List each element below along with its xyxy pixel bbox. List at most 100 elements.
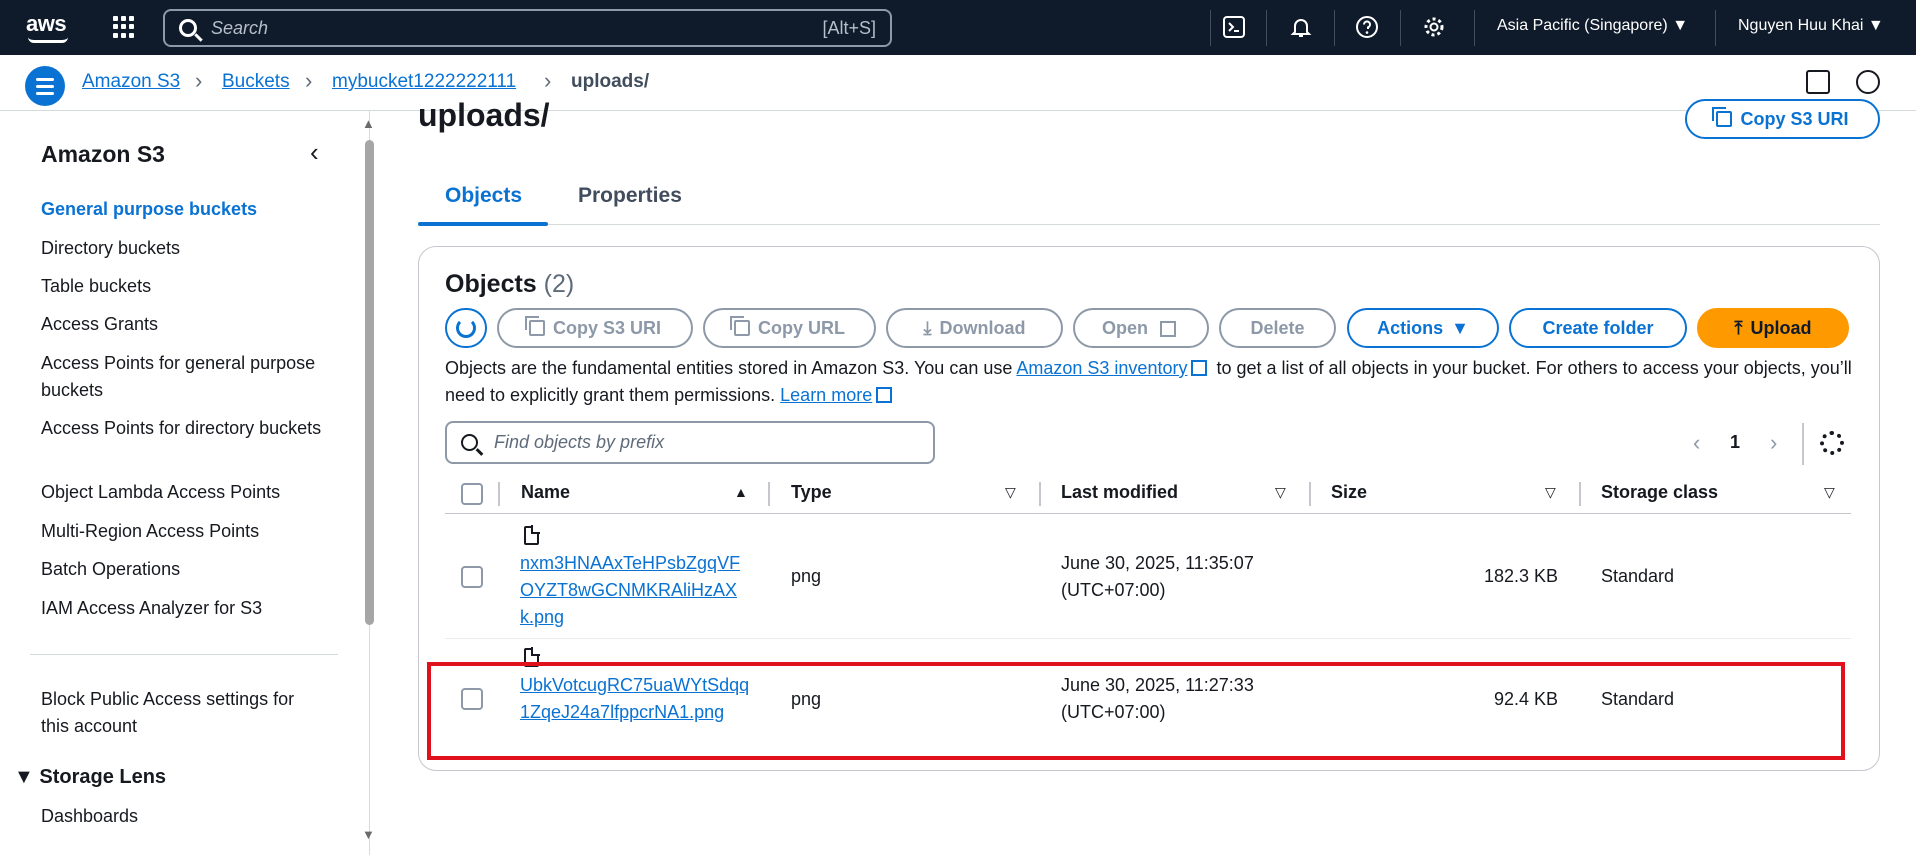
table-preferences-icon[interactable] bbox=[1820, 431, 1844, 455]
copy-s3-uri-button[interactable]: Copy S3 URI bbox=[497, 308, 693, 348]
copy-icon bbox=[524, 316, 545, 336]
sidebar-item-access-points-directory[interactable]: Access Points for directory buckets bbox=[41, 415, 326, 442]
region-selector[interactable]: Asia Pacific (Singapore) ▼ bbox=[1497, 17, 1688, 35]
tab-objects[interactable]: Objects bbox=[445, 184, 522, 208]
button-label: Copy S3 URI bbox=[1740, 108, 1849, 129]
copy-icon bbox=[730, 316, 750, 336]
delete-button[interactable]: Delete bbox=[1219, 308, 1336, 348]
objects-panel-title: Objects (2) bbox=[445, 270, 574, 299]
sidebar-item-batch-operations[interactable]: Batch Operations bbox=[41, 556, 326, 583]
column-divider bbox=[1309, 482, 1311, 506]
copy-url-button[interactable]: Copy URL bbox=[703, 308, 876, 348]
objects-count: (2) bbox=[543, 270, 575, 298]
sidebar-scrollbar-thumb[interactable] bbox=[365, 140, 374, 625]
object-prefix-filter-input[interactable]: Find objects by prefix bbox=[445, 421, 935, 464]
sidebar-item-block-public-access[interactable]: Block Public Access settings for this ac… bbox=[41, 686, 326, 740]
object-name-link[interactable]: nxm3HNAAxTeHPsbZgqVFOYZT8wGCNMKRAliHzAXk… bbox=[520, 550, 750, 631]
breadcrumb-bucket[interactable]: mybucket1222222111 bbox=[332, 71, 516, 93]
sidebar-title: Amazon S3 bbox=[41, 141, 165, 167]
sidebar-section-storage-lens[interactable]: ▼ Storage Lens bbox=[14, 766, 166, 789]
scroll-down-arrow[interactable]: ▼ bbox=[362, 827, 375, 842]
row-divider bbox=[445, 638, 1851, 639]
services-grid-icon[interactable] bbox=[113, 16, 135, 38]
chevron-right-icon: › bbox=[305, 68, 313, 93]
object-last-modified: June 30, 2025, 11:35:07 (UTC+07:00) bbox=[1061, 553, 1254, 600]
download-icon: ⤓ bbox=[923, 317, 932, 338]
sort-icon[interactable]: ▽ bbox=[1545, 484, 1556, 501]
nav-divider bbox=[1715, 10, 1716, 46]
sidebar-item-multi-region[interactable]: Multi-Region Access Points bbox=[41, 518, 326, 545]
scroll-up-arrow[interactable]: ▲ bbox=[362, 116, 375, 131]
row-checkbox[interactable] bbox=[461, 566, 483, 588]
breadcrumb-amazon-s3[interactable]: Amazon S3 bbox=[82, 71, 180, 93]
sidebar-item-access-grants[interactable]: Access Grants bbox=[41, 311, 326, 338]
next-page-icon[interactable]: › bbox=[1770, 430, 1777, 456]
nav-divider bbox=[1266, 10, 1267, 46]
filter-placeholder: Find objects by prefix bbox=[494, 432, 665, 452]
column-header-storage-class[interactable]: Storage class bbox=[1601, 482, 1718, 503]
button-label: Create folder bbox=[1542, 317, 1654, 338]
breadcrumb-current: uploads/ bbox=[571, 71, 650, 92]
external-link-icon bbox=[1160, 321, 1176, 337]
object-size: 182.3 KB bbox=[1483, 566, 1558, 586]
button-label: Open bbox=[1101, 317, 1148, 338]
tab-bar: Objects Properties bbox=[418, 170, 1880, 226]
nav-divider bbox=[1400, 10, 1401, 46]
side-nav-toggle-button[interactable] bbox=[25, 66, 65, 106]
gear-icon[interactable] bbox=[1421, 14, 1447, 40]
side-navigation: Amazon S3 ‹ General purpose buckets Dire… bbox=[0, 111, 370, 855]
search-icon bbox=[179, 19, 197, 37]
caret-down-icon: ▼ bbox=[1451, 317, 1469, 338]
sort-icon[interactable]: ▽ bbox=[1005, 484, 1016, 501]
bell-icon[interactable] bbox=[1288, 14, 1314, 40]
download-button[interactable]: ⤓ Download bbox=[886, 308, 1063, 348]
learn-more-link[interactable]: Learn more bbox=[780, 385, 872, 405]
sidebar-item-access-points-general[interactable]: Access Points for general purpose bucket… bbox=[41, 350, 326, 404]
upload-icon: ⤒ bbox=[1734, 317, 1743, 338]
column-header-name[interactable]: Name bbox=[521, 482, 570, 503]
column-header-type[interactable]: Type bbox=[791, 482, 832, 503]
previous-page-icon[interactable]: ‹ bbox=[1693, 430, 1700, 456]
feedback-icon[interactable] bbox=[1856, 70, 1880, 94]
sidebar-item-object-lambda[interactable]: Object Lambda Access Points bbox=[41, 479, 326, 506]
aws-logo[interactable]: aws bbox=[26, 11, 68, 43]
chevron-left-icon[interactable]: ‹ bbox=[310, 137, 319, 168]
sidebar-item-dashboards[interactable]: Dashboards bbox=[41, 803, 326, 830]
refresh-icon bbox=[456, 318, 476, 338]
nav-divider bbox=[1210, 10, 1211, 46]
sort-ascending-icon[interactable]: ▲ bbox=[734, 484, 748, 500]
objects-description: Objects are the fundamental entities sto… bbox=[445, 355, 1865, 409]
copy-s3-uri-top-button[interactable]: Copy S3 URI bbox=[1685, 99, 1880, 139]
cloudshell-icon[interactable] bbox=[1221, 14, 1247, 40]
sidebar-item-general-purpose-buckets[interactable]: General purpose buckets bbox=[41, 196, 326, 223]
sort-icon[interactable]: ▽ bbox=[1275, 484, 1286, 501]
upload-button[interactable]: ⤒ Upload bbox=[1697, 308, 1849, 348]
open-button[interactable]: Open bbox=[1073, 308, 1209, 348]
page-number[interactable]: 1 bbox=[1730, 432, 1740, 453]
column-header-size[interactable]: Size bbox=[1331, 482, 1367, 503]
sort-icon[interactable]: ▽ bbox=[1824, 484, 1835, 501]
panel-title-text: Objects bbox=[445, 270, 537, 298]
global-search-input[interactable]: Search [Alt+S] bbox=[163, 9, 892, 47]
create-folder-button[interactable]: Create folder bbox=[1509, 308, 1687, 348]
breadcrumb-buckets[interactable]: Buckets bbox=[222, 71, 290, 93]
s3-inventory-link[interactable]: Amazon S3 inventory bbox=[1016, 358, 1187, 378]
actions-dropdown[interactable]: Actions ▼ bbox=[1347, 308, 1499, 348]
page-title: uploads/ bbox=[418, 100, 550, 133]
sidebar-item-directory-buckets[interactable]: Directory buckets bbox=[41, 235, 326, 262]
help-icon[interactable] bbox=[1354, 14, 1380, 40]
column-header-last-modified[interactable]: Last modified bbox=[1061, 482, 1178, 503]
user-menu[interactable]: Nguyen Huu Khai ▼ bbox=[1738, 17, 1884, 35]
nav-divider bbox=[1334, 10, 1335, 46]
button-label: Download bbox=[939, 317, 1026, 338]
sidebar-item-iam-access-analyzer[interactable]: IAM Access Analyzer for S3 bbox=[41, 595, 326, 622]
chevron-right-icon: › bbox=[195, 68, 203, 93]
table-header-divider bbox=[445, 513, 1851, 514]
tab-properties[interactable]: Properties bbox=[578, 184, 682, 208]
search-icon bbox=[461, 434, 478, 451]
info-panel-icon[interactable] bbox=[1806, 70, 1830, 94]
button-label: Actions bbox=[1377, 317, 1444, 338]
sidebar-item-table-buckets[interactable]: Table buckets bbox=[41, 273, 326, 300]
select-all-checkbox[interactable] bbox=[461, 483, 483, 505]
refresh-button[interactable] bbox=[445, 308, 487, 348]
